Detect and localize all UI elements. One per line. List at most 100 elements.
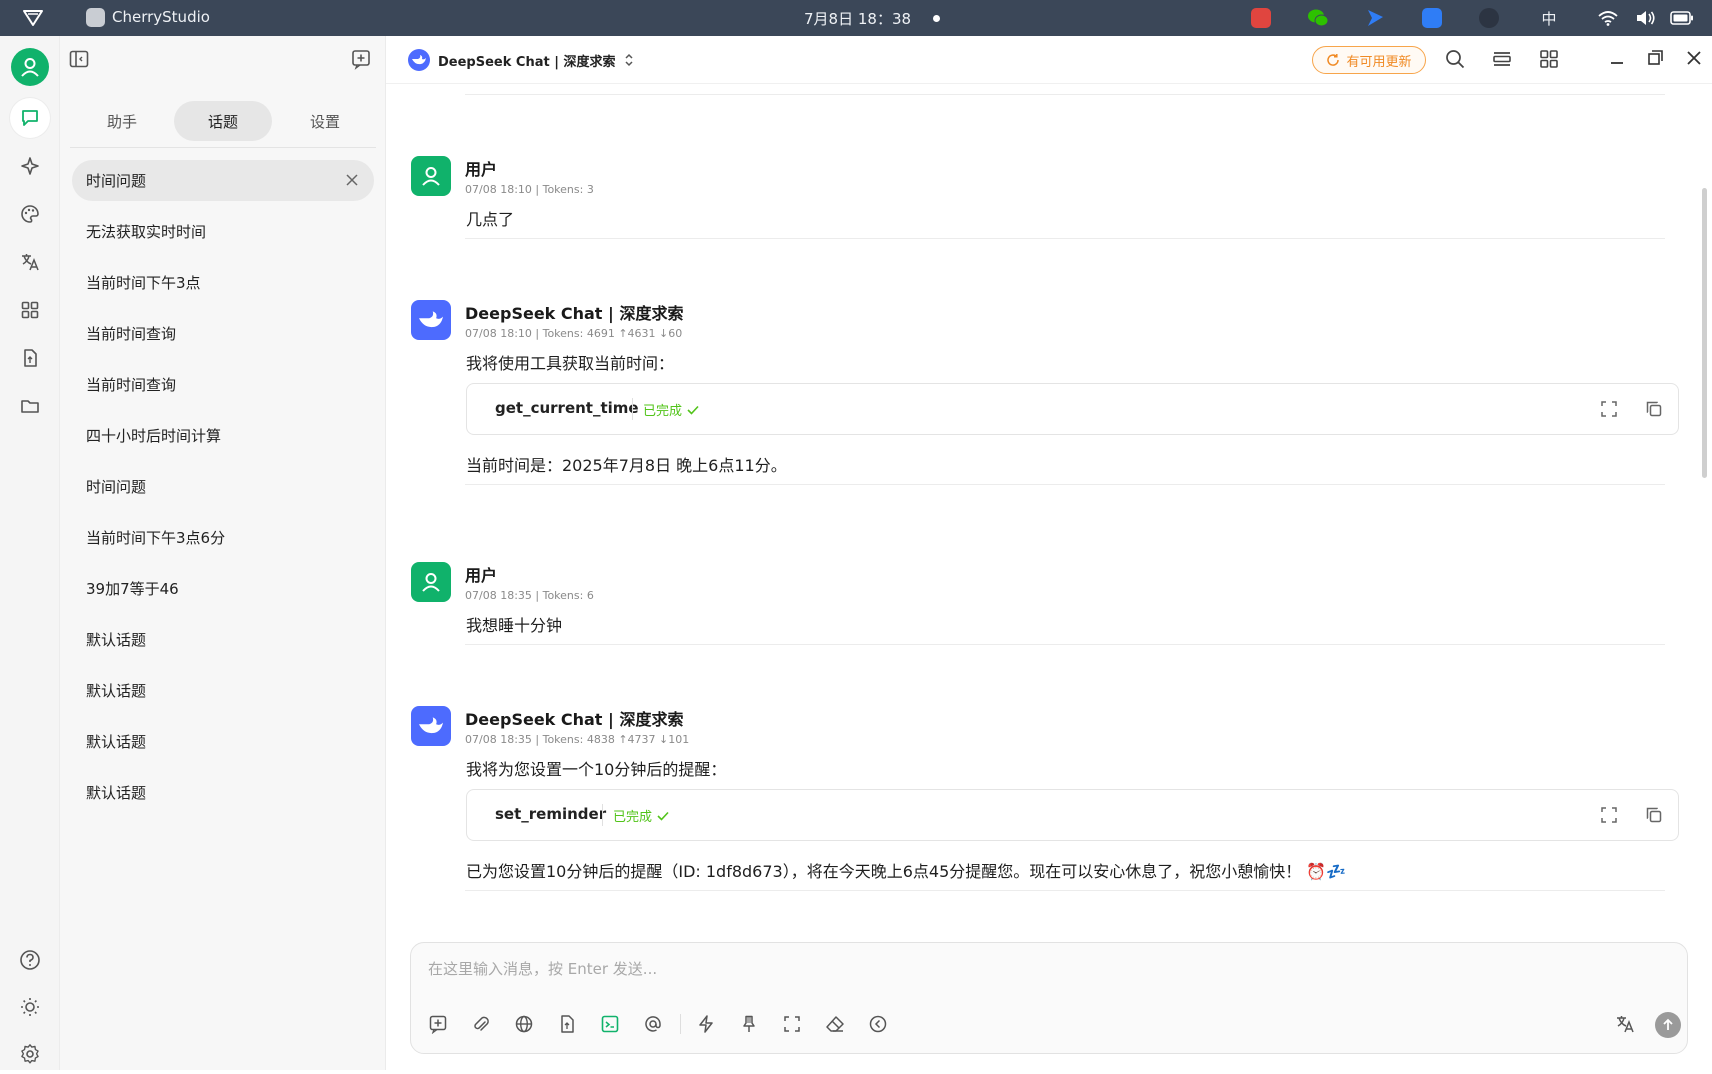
chat-header: DeepSeek Chat | 深度求索 有可用更新 <box>386 36 1712 84</box>
search-icon[interactable] <box>1444 48 1466 70</box>
sidebar-toggle-icon[interactable] <box>68 48 90 70</box>
delete-topic-icon[interactable] <box>344 172 360 188</box>
close-window-icon[interactable] <box>1684 48 1704 68</box>
new-topic-icon[interactable] <box>350 48 372 70</box>
topic-panel: 助手 话题 设置 时间问题 无法获取实时时间 当前时间下午3点 当前时间查询 当… <box>60 36 386 1070</box>
topic-item[interactable]: 默认话题 <box>72 721 374 762</box>
send-icon[interactable] <box>1655 1012 1681 1038</box>
tool-name: get_current_time <box>495 399 639 417</box>
theme-sun-icon[interactable] <box>10 987 50 1027</box>
topic-item[interactable]: 时间问题 <box>72 466 374 507</box>
topic-item[interactable]: 无法获取实时时间 <box>72 211 374 252</box>
sender-name: DeepSeek Chat | 深度求索 <box>465 304 684 323</box>
wechat-icon[interactable] <box>1307 6 1329 30</box>
os-top-bar: CherryStudio 7月8日 18：38 中 <box>0 0 1712 36</box>
mention-icon[interactable] <box>640 1011 666 1037</box>
chat-messages: 用户 07/08 18:10 | Tokens: 3 几点了 DeepSeek … <box>386 84 1712 938</box>
check-icon <box>686 403 700 417</box>
expand-icon[interactable] <box>1599 399 1619 419</box>
palette-icon[interactable] <box>10 194 50 234</box>
apps-grid-icon[interactable] <box>1538 48 1560 70</box>
tray-blue-flag-icon[interactable] <box>1364 6 1386 30</box>
volume-icon[interactable] <box>1634 6 1658 30</box>
divider <box>632 398 633 420</box>
expand-icon[interactable] <box>779 1011 805 1037</box>
deepseek-logo-icon <box>411 706 451 746</box>
quick-phrase-icon[interactable] <box>693 1011 719 1037</box>
message-text: 我将使用工具获取当前时间： <box>466 354 675 373</box>
translate-icon[interactable] <box>10 242 50 282</box>
new-topic-icon[interactable] <box>425 1011 451 1037</box>
tab-settings[interactable]: 设置 <box>276 101 374 141</box>
app-icon[interactable] <box>86 8 105 27</box>
toolbar-divider <box>680 1014 681 1034</box>
model-selector[interactable]: DeepSeek Chat | 深度求索 <box>408 48 635 72</box>
sender-name: 用户 <box>465 566 498 585</box>
check-icon <box>656 809 670 823</box>
input-method-indicator[interactable]: 中 <box>1538 6 1560 30</box>
status-label: 已完成 <box>613 810 653 825</box>
status-label: 已完成 <box>643 404 683 419</box>
topic-item[interactable]: 默认话题 <box>72 772 374 813</box>
topic-item[interactable]: 四十小时后时间计算 <box>72 415 374 456</box>
expand-icon[interactable] <box>1599 805 1619 825</box>
apps-grid-icon[interactable] <box>10 290 50 330</box>
menu-triangle-icon[interactable] <box>22 9 44 27</box>
clear-eraser-icon[interactable] <box>822 1011 848 1037</box>
copy-icon[interactable] <box>1644 399 1664 419</box>
topic-item[interactable]: 当前时间查询 <box>72 364 374 405</box>
message-divider <box>465 890 1665 891</box>
knowledge-icon[interactable] <box>554 1011 580 1037</box>
topic-item[interactable]: 当前时间下午3点 <box>72 262 374 303</box>
pin-icon[interactable] <box>736 1011 762 1037</box>
minimize-icon[interactable] <box>1607 48 1627 68</box>
sender-name: 用户 <box>465 160 498 179</box>
message-divider <box>465 644 1665 645</box>
tabs-divider <box>70 147 376 148</box>
copy-icon[interactable] <box>1644 805 1664 825</box>
tray-blue-app-icon[interactable] <box>1421 6 1443 30</box>
topic-item-active[interactable]: 时间问题 <box>72 160 374 201</box>
file-icon[interactable] <box>10 338 50 378</box>
topic-item[interactable]: 39加7等于46 <box>72 568 374 609</box>
topic-item[interactable]: 默认话题 <box>72 619 374 660</box>
update-available-button[interactable]: 有可用更新 <box>1312 46 1426 74</box>
restore-icon[interactable] <box>1645 48 1665 68</box>
tab-topics[interactable]: 话题 <box>174 101 272 141</box>
tray-red-app-icon[interactable] <box>1250 6 1272 30</box>
message-input[interactable] <box>428 957 1628 981</box>
tool-call-card[interactable]: set_reminder 已完成 <box>466 789 1679 841</box>
layout-toggle-icon[interactable] <box>1491 48 1513 70</box>
scrollbar[interactable] <box>1702 188 1707 478</box>
topic-item[interactable]: 默认话题 <box>72 670 374 711</box>
battery-icon[interactable] <box>1669 6 1695 30</box>
mcp-terminal-icon[interactable] <box>597 1011 623 1037</box>
user-avatar[interactable] <box>11 48 49 86</box>
settings-gear-icon[interactable] <box>10 1034 50 1074</box>
app-name[interactable]: CherryStudio <box>112 8 210 26</box>
tool-call-card[interactable]: get_current_time 已完成 <box>466 383 1679 435</box>
folder-icon[interactable] <box>10 386 50 426</box>
user-message: 用户 07/08 18:35 | Tokens: 6 我想睡十分钟 <box>411 562 1665 662</box>
tray-dark-icon[interactable] <box>1478 6 1500 30</box>
message-text: 我将为您设置一个10分钟后的提醒： <box>466 760 727 779</box>
message-composer <box>410 942 1688 1054</box>
attachment-icon[interactable] <box>468 1011 494 1037</box>
translate-icon[interactable] <box>1612 1011 1638 1037</box>
history-back-icon[interactable] <box>865 1011 891 1037</box>
user-message: 用户 07/08 18:10 | Tokens: 3 几点了 <box>411 156 1665 256</box>
topic-item[interactable]: 当前时间查询 <box>72 313 374 354</box>
web-search-icon[interactable] <box>511 1011 537 1037</box>
help-icon[interactable] <box>10 940 50 980</box>
divider <box>465 94 1665 95</box>
tab-assistants[interactable]: 助手 <box>74 101 170 141</box>
message-meta: 07/08 18:10 | Tokens: 3 <box>465 183 594 196</box>
topic-item[interactable]: 当前时间下午3点6分 <box>72 517 374 558</box>
message-meta: 07/08 18:10 | Tokens: 4691 ↑4631 ↓60 <box>465 327 683 340</box>
wifi-icon[interactable] <box>1597 6 1619 30</box>
clock[interactable]: 7月8日 18：38 <box>804 8 911 29</box>
assistant-message: DeepSeek Chat | 深度求索 07/08 18:35 | Token… <box>411 706 1679 906</box>
sparkle-icon[interactable] <box>10 146 50 186</box>
chat-icon[interactable] <box>10 98 50 138</box>
deepseek-logo-icon <box>411 300 451 340</box>
